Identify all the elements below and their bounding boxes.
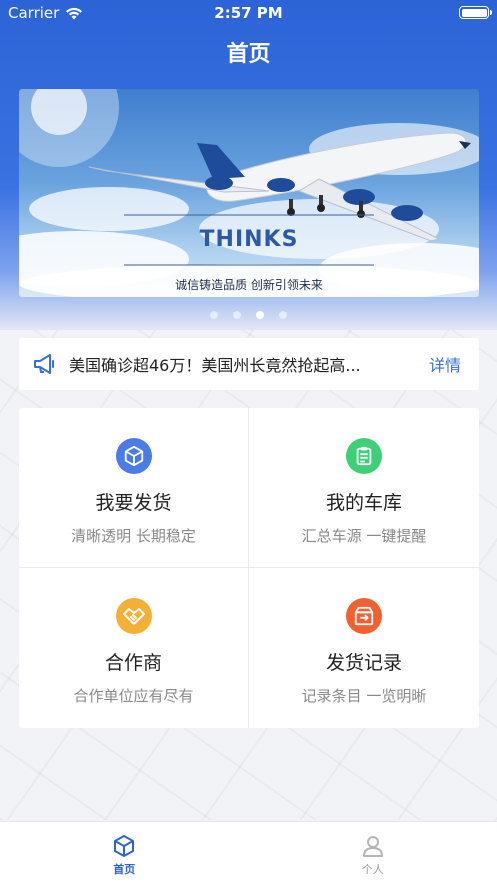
banner-carousel[interactable]: THINKS 诚信铸造品质 创新引领未来 xyxy=(19,89,479,297)
feature-subtitle: 汇总车源 一键提醒 xyxy=(301,527,427,545)
feature-subtitle: 记录条目 一览明晰 xyxy=(301,687,427,705)
notice-details-link[interactable]: 详情 xyxy=(429,352,461,376)
handshake-icon xyxy=(115,598,152,634)
carousel-dot[interactable] xyxy=(279,311,287,319)
box-icon xyxy=(115,438,152,474)
feature-title: 发货记录 xyxy=(325,652,402,674)
feature-title: 合作商 xyxy=(104,652,162,674)
notice-text: 美国确诊超46万！美国州长竟然抢起高... xyxy=(69,356,361,375)
feature-title: 我的车库 xyxy=(325,492,402,514)
tab-home[interactable]: 首页 xyxy=(0,822,249,883)
megaphone-icon xyxy=(34,354,54,374)
status-bar: Carrier 2:57 PM xyxy=(0,0,497,26)
feature-subtitle: 合作单位应有尽有 xyxy=(73,687,194,705)
feature-subtitle: 清晰透明 长期稳定 xyxy=(71,527,196,545)
carousel-dot[interactable] xyxy=(210,311,218,319)
page-title: 首页 xyxy=(226,42,271,67)
tab-profile[interactable]: 个人 xyxy=(249,822,497,883)
feature-title: 我要发货 xyxy=(95,492,172,514)
status-time: 2:57 PM xyxy=(214,4,283,22)
feature-shipping-records[interactable]: 发货记录 记录条目 一览明晰 xyxy=(249,568,479,728)
person-icon xyxy=(362,836,383,857)
tab-label: 首页 xyxy=(113,863,136,876)
news-notice-bar[interactable]: 美国确诊超46万！美国州长竟然抢起高... 详情 xyxy=(19,338,479,390)
feature-my-garage[interactable]: 我的车库 汇总车源 一键提醒 xyxy=(249,408,479,568)
clipboard-icon xyxy=(346,438,382,474)
battery-icon xyxy=(459,6,492,19)
carousel-dot[interactable] xyxy=(233,311,241,319)
airplane-banner-image xyxy=(19,89,479,297)
banner-slogan: 诚信铸造品质 创新引领未来 xyxy=(175,278,323,292)
feature-partners[interactable]: 合作商 合作单位应有尽有 xyxy=(19,568,249,728)
tab-bar: 首页 个人 xyxy=(0,821,497,883)
carousel-dot-active[interactable] xyxy=(256,311,264,319)
feature-ship-goods[interactable]: 我要发货 清晰透明 长期稳定 xyxy=(19,408,249,568)
banner-brand: THINKS xyxy=(199,227,299,252)
record-box-icon xyxy=(346,598,382,634)
carousel-indicator[interactable] xyxy=(0,311,497,319)
tab-label: 个人 xyxy=(361,863,384,876)
cube-icon xyxy=(114,835,135,857)
feature-grid: 我要发货 清晰透明 长期稳定 我的车库 汇总车源 一键提醒 合作商 合作单位应有… xyxy=(19,408,479,728)
